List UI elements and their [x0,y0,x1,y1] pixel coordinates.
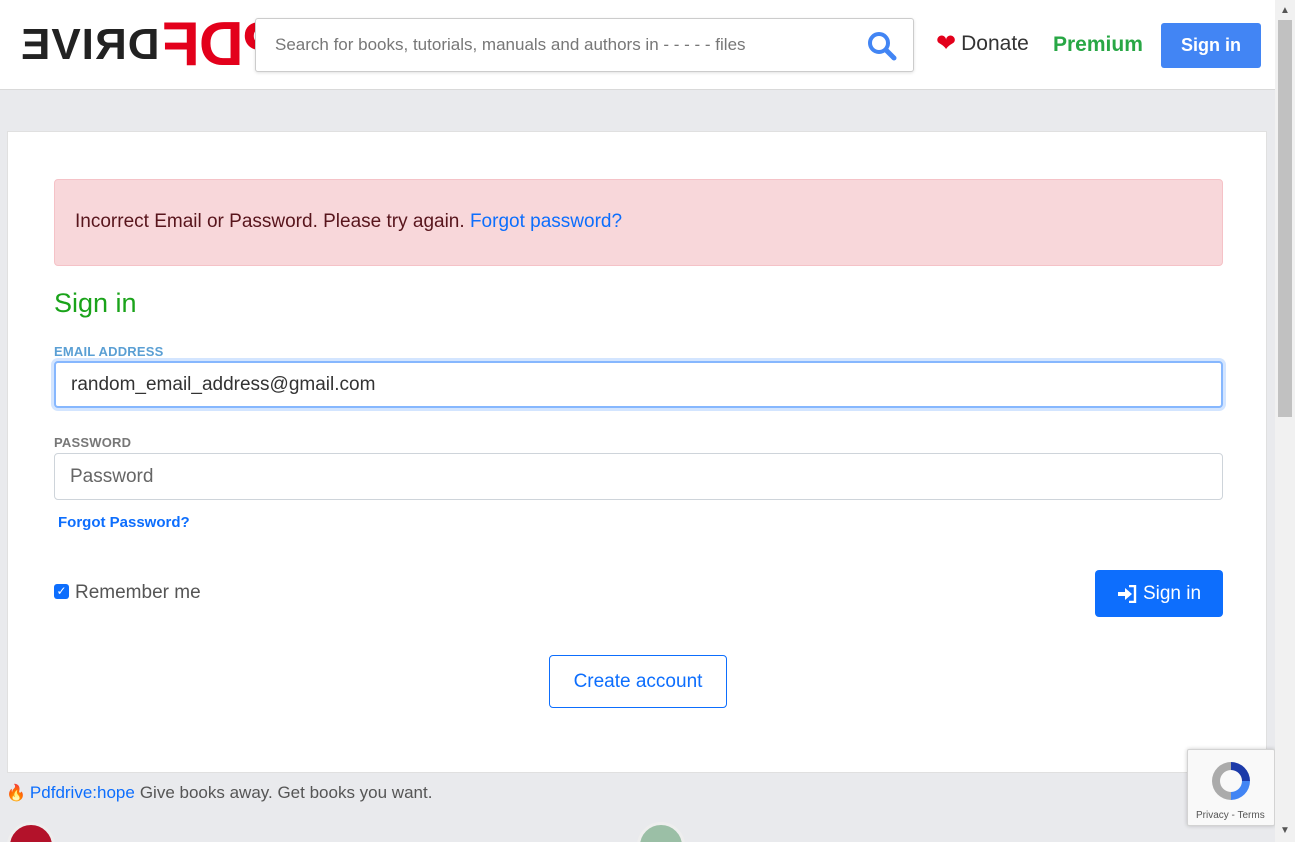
header-signin-button[interactable]: Sign in [1161,23,1261,68]
search-box [255,18,914,72]
search-input[interactable] [256,19,856,71]
password-label: PASSWORD [54,435,132,450]
fire-icon: 🔥 [6,785,26,802]
premium-link[interactable]: Premium [1053,33,1143,57]
remember-me-checkbox[interactable]: ✓ [54,583,69,599]
donate-label: Donate [961,32,1029,55]
heart-icon: ❤ [936,30,957,57]
forgot-password-link[interactable]: Forgot Password? [58,514,190,531]
pdfdrive-logo[interactable]: DRIVE PDF [20,10,284,79]
recaptcha-badge[interactable]: Privacy - Terms [1187,749,1275,826]
sign-in-icon [1117,584,1137,603]
site-header: DRIVE PDF ❤ Donate Premium Sign in [0,0,1275,90]
recaptcha-terms[interactable]: Privacy - Terms [1196,810,1265,821]
email-label: EMAIL ADDRESS [54,344,164,359]
create-account-button[interactable]: Create account [549,655,727,708]
signin-card: Incorrect Email or Password. Please try … [7,131,1267,773]
vertical-scrollbar[interactable]: ▲ ▼ [1275,0,1295,842]
hope-link[interactable]: Pdfdrive:hope [30,783,135,803]
search-icon[interactable] [867,31,897,61]
signin-submit-label: Sign in [1142,582,1202,604]
page-title: Sign in [54,288,137,318]
scroll-down-arrow-icon[interactable]: ▼ [1275,822,1295,842]
recaptcha-icon [1208,758,1254,809]
error-alert: Incorrect Email or Password. Please try … [54,179,1223,266]
remember-me: ✓ Remember me [54,582,201,604]
logo-drive-text: DRIVE [20,20,160,69]
scroll-up-arrow-icon[interactable]: ▲ [1275,0,1295,20]
editors-pick-thumbnail[interactable] [7,822,55,842]
password-field[interactable] [54,453,1223,500]
donate-link[interactable]: ❤ Donate [936,32,1029,56]
alert-forgot-password-link[interactable]: Forgot password? [470,211,622,232]
error-message: Incorrect Email or Password. Please try … [75,211,465,232]
scroll-thumb[interactable] [1278,20,1292,417]
hope-banner: 🔥 Pdfdrive:hope Give books away. Get boo… [6,783,432,803]
most-popular-thumbnail[interactable] [637,822,685,842]
email-field[interactable] [54,361,1223,408]
remember-me-label: Remember me [75,582,201,603]
signin-submit-button[interactable]: Sign in [1095,570,1223,617]
hope-text: Give books away. Get books you want. [139,783,433,802]
